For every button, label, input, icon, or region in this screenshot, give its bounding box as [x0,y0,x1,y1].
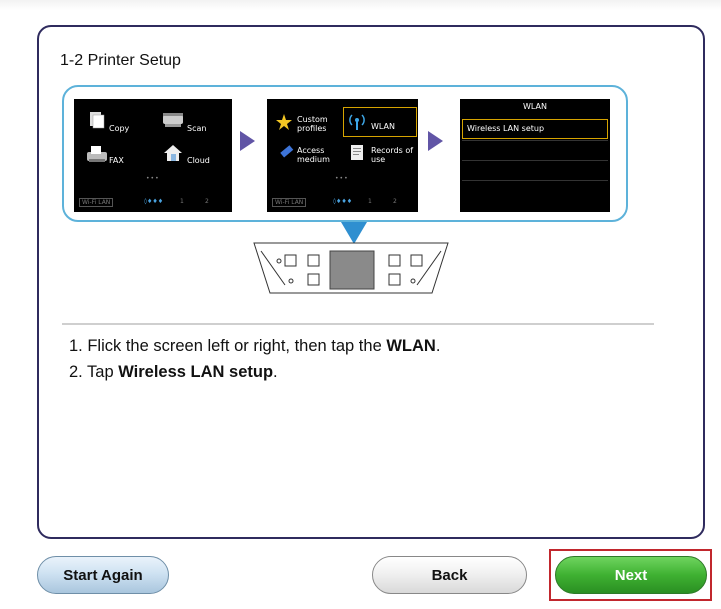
setup-panel: 1-2 Printer Setup Copy Scan FAX Cloud ••… [37,25,705,539]
fax-icon [86,145,108,167]
section-divider [62,323,654,325]
next-step-arrow [428,131,443,151]
star-icon [275,113,293,135]
printer-wlan-screen: WLAN Wireless LAN setup [460,99,610,212]
scan-label: Scan [187,124,207,133]
list-divider [462,140,608,141]
scanner-icon [162,111,184,133]
wlan-label: WLAN [371,122,396,131]
records-label: Records of use [371,146,414,164]
top-strip [0,0,721,10]
instruction-step-2: 2. Tap Wireless LAN setup. [69,363,278,381]
cloud-label: Cloud [187,156,210,165]
wireless-lan-setup-item[interactable]: Wireless LAN setup [462,119,608,139]
wlan-menu-item[interactable]: WLAN [343,107,417,137]
page-title: 1-2 Printer Setup [60,52,181,69]
document-icon [349,143,367,167]
page-dots: ••• [335,175,349,182]
wlan-screen-title: WLAN [522,102,547,111]
usb-stick-icon [277,143,295,165]
cloud-icon [162,143,184,167]
wireless-antenna-icon [347,111,367,135]
list-divider [462,160,608,161]
instructions: 1. Flick the screen left or right, then … [69,333,440,385]
screen-flow-box: Copy Scan FAX Cloud ••• Wi-Fi LAN ◊♦♦♦ 1… [62,85,628,222]
instruction-step-1: 1. Flick the screen left or right, then … [69,337,441,355]
start-again-button[interactable]: Start Again [37,556,169,594]
printer-home-screen: Copy Scan FAX Cloud ••• Wi-Fi LAN ◊♦♦♦ 1… [74,99,232,212]
status-bar: Wi-Fi LAN ◊♦♦♦ 1 2 [267,196,418,208]
list-divider [462,180,608,181]
fax-label: FAX [109,156,124,165]
printer-operation-panel-diagram [253,242,449,294]
next-step-arrow [240,131,255,151]
access-medium-label: Access medium [297,146,330,164]
printer-menu-screen: Custom profiles WLAN Access medium Recor… [267,99,418,212]
page-dots: ••• [146,175,160,182]
next-button[interactable]: Next [555,556,707,594]
copy-icon [88,111,106,133]
custom-profiles-label: Custom profiles [297,115,328,133]
copy-label: Copy [109,124,130,133]
status-bar: Wi-Fi LAN ◊♦♦♦ 1 2 [74,196,232,208]
back-button[interactable]: Back [372,556,527,594]
